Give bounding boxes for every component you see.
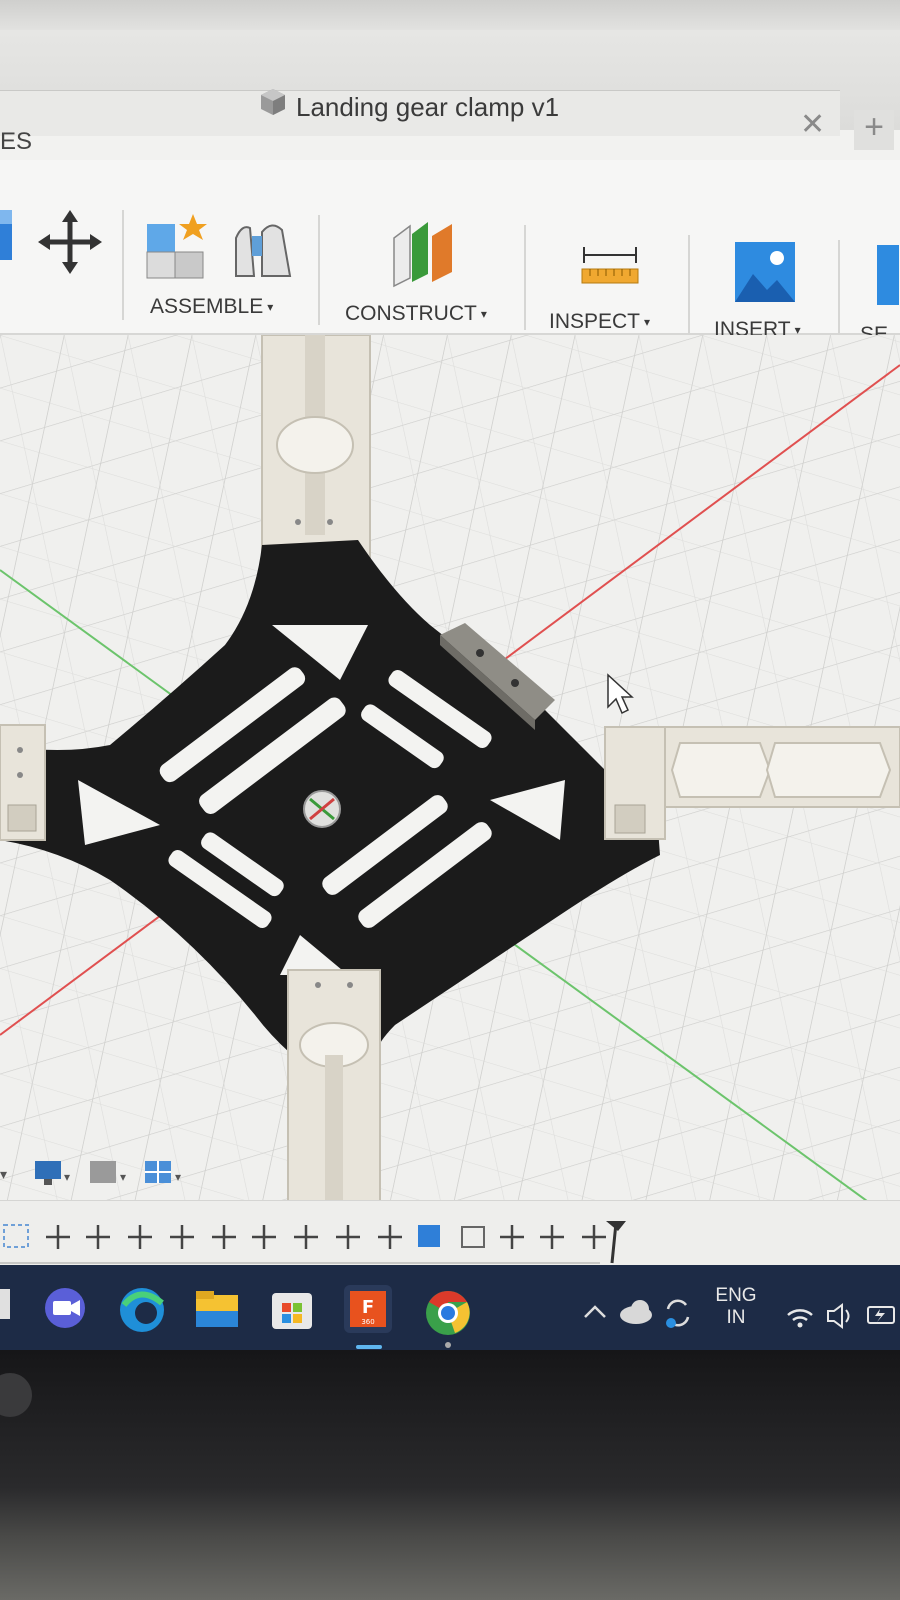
joint-icon[interactable] bbox=[232, 218, 294, 280]
close-tab-button[interactable]: ✕ bbox=[800, 110, 825, 140]
store-icon[interactable] bbox=[272, 1293, 312, 1329]
canvas-scene[interactable] bbox=[0, 335, 900, 1235]
move-icon[interactable] bbox=[38, 210, 102, 274]
windows-taskbar: F 360 ENG IN bbox=[0, 1265, 900, 1350]
edge-icon[interactable] bbox=[120, 1288, 164, 1332]
arm-left[interactable] bbox=[0, 724, 46, 841]
arm-bottom[interactable] bbox=[287, 969, 381, 1235]
svg-text:F: F bbox=[362, 1297, 374, 1318]
show-hidden-icons-icon[interactable] bbox=[584, 1305, 606, 1318]
screen: Landing gear clamp v1 ✕ + ES ASSEMBLE ▾ … bbox=[0, 30, 900, 1350]
assemble-icon[interactable] bbox=[145, 212, 210, 280]
measure-ruler-icon[interactable] bbox=[580, 245, 640, 287]
volume-icon[interactable] bbox=[827, 1303, 850, 1329]
svg-text:▾: ▾ bbox=[64, 1170, 70, 1184]
timeline-move-icons[interactable] bbox=[46, 1225, 606, 1249]
wifi-icon[interactable] bbox=[787, 1309, 813, 1328]
3d-viewport[interactable] bbox=[0, 335, 900, 1235]
sync-icon[interactable] bbox=[666, 1299, 690, 1328]
insert-image-icon[interactable] bbox=[733, 240, 797, 304]
onedrive-icon[interactable] bbox=[620, 1300, 652, 1324]
file-explorer-icon[interactable] bbox=[196, 1291, 238, 1327]
navigation-bar: ▾ ▾ ▾ ▾ bbox=[0, 1161, 181, 1185]
inspect-menu[interactable]: INSPECT ▾ bbox=[549, 310, 650, 334]
construct-menu[interactable]: CONSTRUCT ▾ bbox=[345, 302, 487, 326]
new-tab-button[interactable]: + bbox=[854, 110, 894, 150]
toolbar: ASSEMBLE ▾ CONSTRUCT ▾ INSPECT ▾ INSERT … bbox=[0, 160, 900, 346]
svg-text:▾: ▾ bbox=[120, 1170, 126, 1184]
timeline-component-icon[interactable] bbox=[418, 1225, 440, 1247]
camera-icon[interactable] bbox=[45, 1288, 85, 1328]
origin-marker[interactable] bbox=[303, 790, 341, 828]
select-icon[interactable] bbox=[875, 245, 900, 305]
battery-icon[interactable] bbox=[867, 1306, 895, 1324]
document-title: Landing gear clamp v1 bbox=[296, 92, 560, 122]
component-cube-icon bbox=[261, 89, 285, 115]
viewports-icon[interactable]: ▾ bbox=[145, 1161, 181, 1184]
taskbar-icons: F 360 bbox=[0, 1285, 895, 1349]
svg-text:▾: ▾ bbox=[175, 1170, 181, 1184]
workspace-label-partial: ES bbox=[0, 128, 33, 155]
display-settings-icon[interactable]: ▾ bbox=[35, 1161, 70, 1185]
timeline-joint-icon[interactable] bbox=[461, 1226, 485, 1248]
svg-text:360: 360 bbox=[361, 1318, 374, 1326]
fusion-360-icon[interactable]: F 360 bbox=[344, 1285, 392, 1349]
timeline-select-icon[interactable] bbox=[3, 1224, 29, 1248]
svg-text:▾: ▾ bbox=[0, 1167, 7, 1183]
construct-plane-icon[interactable] bbox=[392, 218, 464, 288]
language-indicator[interactable]: ENG IN bbox=[710, 1285, 762, 1329]
create-partial-icon[interactable] bbox=[0, 205, 14, 265]
hp-logo-icon bbox=[0, 1373, 32, 1417]
monitor-bottom-bezel bbox=[0, 1350, 900, 1600]
monitor-top-bezel bbox=[0, 0, 900, 30]
assemble-menu[interactable]: ASSEMBLE ▾ bbox=[150, 295, 273, 319]
chrome-icon[interactable] bbox=[426, 1291, 470, 1348]
grid-settings-icon[interactable]: ▾ bbox=[90, 1161, 126, 1184]
